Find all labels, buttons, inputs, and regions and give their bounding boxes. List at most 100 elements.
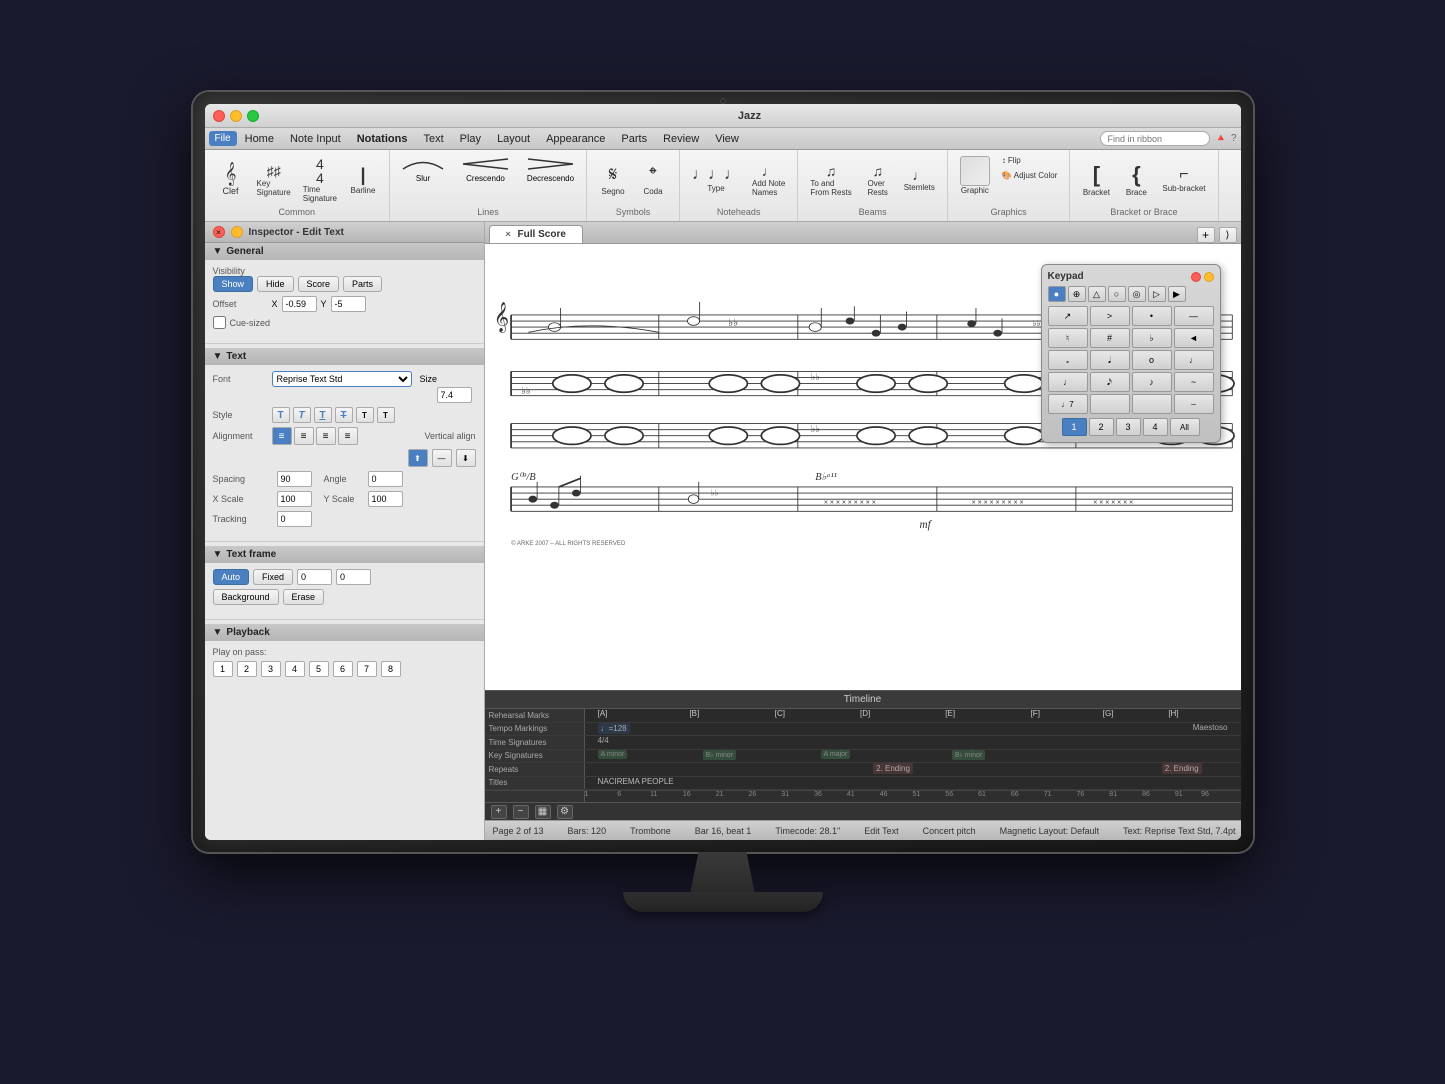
italic-button[interactable]: T [293,407,311,423]
menu-notations[interactable]: Notations [349,131,416,147]
pass-6[interactable]: 6 [333,661,353,677]
pass-4[interactable]: 4 [285,661,305,677]
frame-value1-input[interactable] [297,569,332,585]
add-note-names-button[interactable]: ♩ Add NoteNames [748,161,789,199]
kp-quarter[interactable]: 𝅘𝅥 [1090,350,1130,370]
kp-dot[interactable]: • [1132,306,1172,326]
inspector-close[interactable]: × [213,226,225,238]
align-justify-button[interactable]: ≡ [338,427,358,445]
size-input[interactable] [437,387,472,403]
bracket-button[interactable]: [ Bracket [1078,160,1114,199]
key-sig-button[interactable]: ♯♯ KeySignature [253,161,295,199]
pass-3[interactable]: 3 [261,661,281,677]
playback-section-header[interactable]: ▼ Playback [205,624,484,641]
close-button[interactable] [213,110,225,122]
background-button[interactable]: Background [213,589,279,605]
score-button[interactable]: Score [298,276,340,292]
subscript-button[interactable]: T [377,407,395,423]
valign-mid-button[interactable]: — [432,449,452,467]
kp-page-1[interactable]: 1 [1062,418,1087,436]
yscale-input[interactable] [368,491,403,507]
kp-tool-7[interactable]: ▶ [1168,286,1186,302]
menu-appearance[interactable]: Appearance [538,131,613,147]
tracking-input[interactable] [277,511,312,527]
underline-button[interactable]: T [314,407,332,423]
type-button[interactable]: ♩♩♩ Type [688,164,744,195]
hide-button[interactable]: Hide [257,276,294,292]
tl-settings-button[interactable]: ⚙ [557,805,573,819]
align-left-button[interactable]: ≡ [272,427,292,445]
menu-layout[interactable]: Layout [489,131,538,147]
strikethrough-button[interactable]: T [335,407,353,423]
menu-text[interactable]: Text [415,131,451,147]
frame-value2-input[interactable] [336,569,371,585]
minimize-button[interactable] [230,110,242,122]
search-input[interactable] [1100,131,1210,146]
menu-parts[interactable]: Parts [613,131,655,147]
kp-flat[interactable]: ♭ [1132,328,1172,348]
score-expand-button[interactable]: ⟩ [1219,227,1237,243]
superscript-button[interactable]: T [356,407,374,423]
menu-play[interactable]: Play [452,131,489,147]
kp-arrow[interactable]: ↗ [1048,306,1088,326]
menu-file[interactable]: File [209,131,237,146]
kp-page-all[interactable]: All [1170,418,1200,436]
brace-button[interactable]: { Brace [1118,160,1154,199]
inspector-minimize[interactable] [231,226,243,238]
kp-empty1[interactable] [1090,394,1130,414]
segno-button[interactable]: 𝄋 Segno [595,162,631,198]
font-select[interactable]: Reprise Text Std [272,371,412,387]
fixed-button[interactable]: Fixed [253,569,293,585]
pass-7[interactable]: 7 [357,661,377,677]
kp-quarter2[interactable]: ♩ [1174,350,1214,370]
angle-input[interactable] [368,471,403,487]
graphic-button[interactable]: Graphic [956,154,994,197]
menu-view[interactable]: View [707,131,747,147]
pass-2[interactable]: 2 [237,661,257,677]
stemlets-button[interactable]: ♩ Stemlets [900,165,939,194]
clef-button[interactable]: 𝄞 Clef [213,162,249,198]
parts-button[interactable]: Parts [343,276,382,292]
decrescendo-button[interactable]: Decrescendo [523,154,578,183]
full-score-tab[interactable]: × Full Score [489,225,583,243]
kp-half[interactable]: 𝅗 [1048,350,1088,370]
kp-page-4[interactable]: 4 [1143,418,1168,436]
auto-button[interactable]: Auto [213,569,250,585]
x-offset-input[interactable] [282,296,317,312]
crescendo-button[interactable]: Crescendo [458,154,513,183]
cue-sized-checkbox[interactable] [213,316,226,329]
menu-review[interactable]: Review [655,131,707,147]
kp-page-3[interactable]: 3 [1116,418,1141,436]
align-center-button[interactable]: ≡ [294,427,314,445]
menu-home[interactable]: Home [237,131,282,147]
to-from-rests-button[interactable]: ♫ To andFrom Rests [806,161,855,199]
kp-quarter3[interactable]: ♩ [1048,372,1088,392]
show-button[interactable]: Show [213,276,254,292]
coda-button[interactable]: 𝄌 Coda [635,162,671,198]
kp-7[interactable]: ♩7 [1048,394,1088,414]
maximize-button[interactable] [247,110,259,122]
notation-area[interactable]: 𝄞 [485,244,1241,690]
over-rests-button[interactable]: ♫ OverRests [860,161,896,199]
kp-tool-2[interactable]: ⊕ [1068,286,1086,302]
kp-whole-sm[interactable]: o [1132,350,1172,370]
kp-note[interactable]: ♪ [1132,372,1172,392]
valign-bot-button[interactable]: ⬇ [456,449,476,467]
keypad-minimize[interactable] [1204,272,1214,282]
pass-1[interactable]: 1 [213,661,233,677]
valign-top-button[interactable]: ⬆ [408,449,428,467]
menu-note-input[interactable]: Note Input [282,131,349,147]
flip-button[interactable]: ↕Flip [998,154,1062,167]
kp-tool-4[interactable]: ○ [1108,286,1126,302]
kp-natural[interactable]: ♮ [1048,328,1088,348]
kp-tool-6[interactable]: ▷ [1148,286,1166,302]
y-offset-input[interactable] [331,296,366,312]
tl-remove-button[interactable]: − [513,805,529,819]
kp-empty2[interactable] [1132,394,1172,414]
kp-tilde[interactable]: ~ [1174,372,1214,392]
align-right-button[interactable]: ≡ [316,427,336,445]
kp-slur[interactable]: ⌣ [1174,394,1214,414]
erase-button[interactable]: Erase [283,589,325,605]
kp-tool-3[interactable]: △ [1088,286,1106,302]
kp-tool-1[interactable]: ● [1048,286,1066,302]
